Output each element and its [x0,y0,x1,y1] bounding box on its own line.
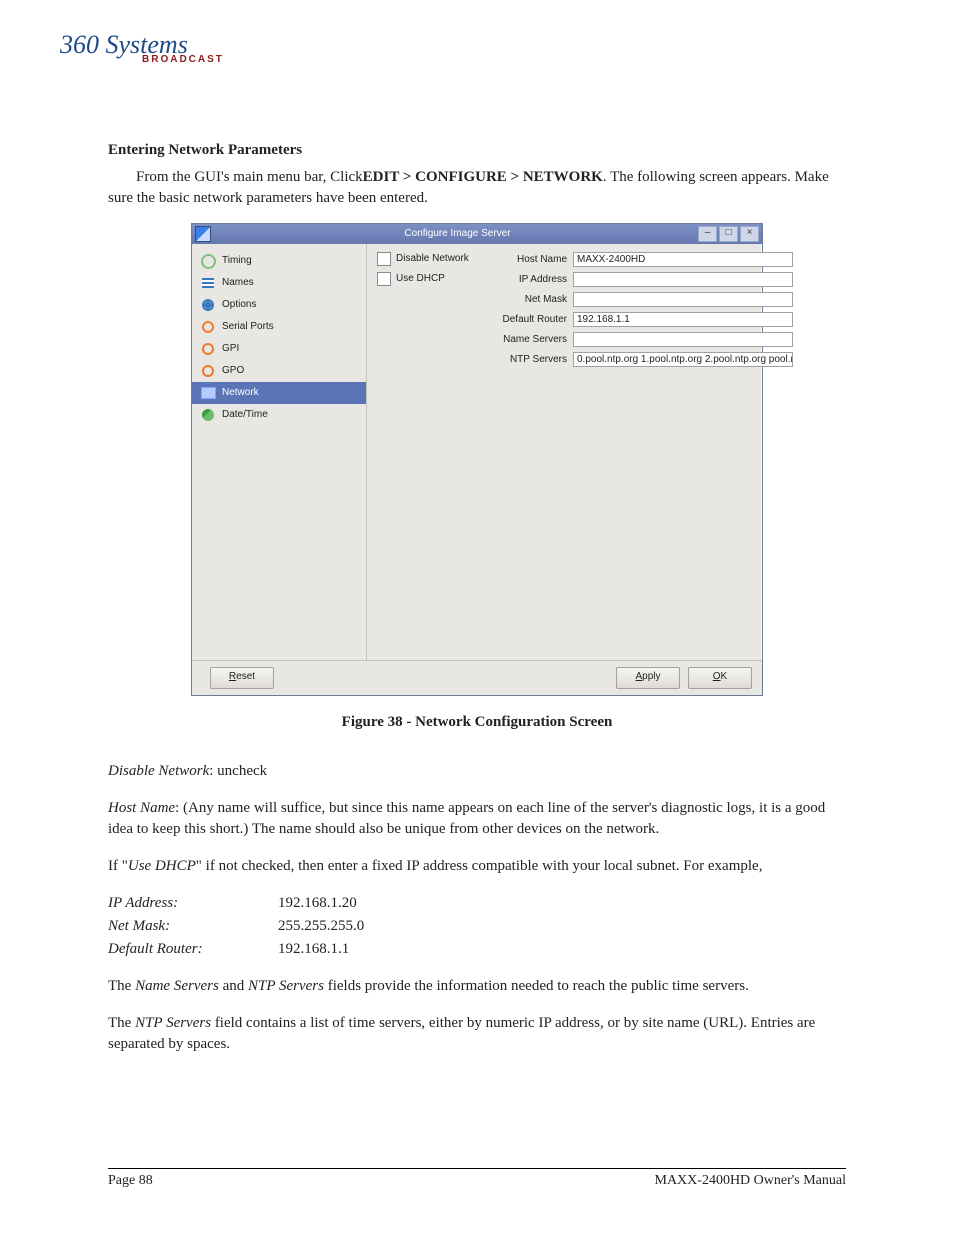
section-heading: Entering Network Parameters [108,140,846,161]
manual-title: MAXX-2400HD Owner's Manual [655,1173,847,1189]
circle-icon [200,363,216,379]
ntp-note: The NTP Servers field contains a list of… [108,1013,846,1055]
intro-paragraph: From the GUI's main menu bar, Click EDIT… [108,167,846,209]
clock-icon [200,253,216,269]
ip-address-input[interactable] [573,272,793,287]
nameservers-note: The Name Servers and NTP Servers fields … [108,976,846,997]
window-title: Configure Image Server [217,227,698,241]
sidebar-item-names[interactable]: Names [192,272,366,294]
monitor-icon [200,385,216,401]
sidebar-item-datetime[interactable]: Date/Time [192,404,366,426]
use-dhcp-label: Use DHCP [396,272,445,286]
page-number: Page 88 [108,1173,153,1189]
form-area: Disable Network Use DHCP Host NameMAXX-2… [367,244,762,660]
circle-icon [200,319,216,335]
app-icon [195,226,211,242]
gear-icon [200,297,216,313]
use-dhcp-checkbox[interactable] [377,272,391,286]
ip-address-label: IP Address [485,273,573,287]
sidebar: Timing Names Options Serial Ports GPI GP… [192,244,367,660]
globe-icon [200,407,216,423]
title-bar: Configure Image Server – □ × [192,224,762,244]
disable-network-checkbox[interactable] [377,252,391,266]
host-name-input[interactable]: MAXX-2400HD [573,252,793,267]
dhcp-note: If "Use DHCP" if not checked, then enter… [108,856,846,877]
host-name-label: Host Name [485,253,573,267]
net-mask-label: Net Mask [485,293,573,307]
button-bar: Reset Apply OK [192,660,762,695]
page-footer: Page 88 MAXX-2400HD Owner's Manual [108,1168,846,1189]
figure-caption: Figure 38 - Network Configuration Screen [108,712,846,733]
sidebar-item-options[interactable]: Options [192,294,366,316]
name-servers-label: Name Servers [485,333,573,347]
close-button[interactable]: × [740,226,759,242]
ntp-servers-input[interactable]: 0.pool.ntp.org 1.pool.ntp.org 2.pool.ntp… [573,352,793,367]
example-values: IP Address:192.168.1.20 Net Mask:255.255… [108,893,846,960]
sidebar-item-timing[interactable]: Timing [192,250,366,272]
sidebar-item-network[interactable]: Network [192,382,366,404]
net-mask-input[interactable] [573,292,793,307]
name-servers-input[interactable] [573,332,793,347]
circle-icon [200,341,216,357]
brand-logo: 360 Systems BROADCAST [60,32,224,65]
minimize-button[interactable]: – [698,226,717,242]
sidebar-item-serial-ports[interactable]: Serial Ports [192,316,366,338]
config-window: Configure Image Server – □ × Timing Name… [191,223,763,696]
ok-button[interactable]: OK [688,667,752,689]
hostname-note: Host Name: (Any name will suffice, but s… [108,798,846,840]
disable-note: Disable Network: uncheck [108,761,846,782]
sidebar-item-gpi[interactable]: GPI [192,338,366,360]
default-router-label: Default Router [485,313,573,327]
list-icon [200,275,216,291]
apply-button[interactable]: Apply [616,667,680,689]
maximize-button[interactable]: □ [719,226,738,242]
reset-button[interactable]: Reset [210,667,274,689]
sidebar-item-gpo[interactable]: GPO [192,360,366,382]
default-router-input[interactable]: 192.168.1.1 [573,312,793,327]
disable-network-label: Disable Network [396,252,469,266]
ntp-servers-label: NTP Servers [485,353,573,367]
